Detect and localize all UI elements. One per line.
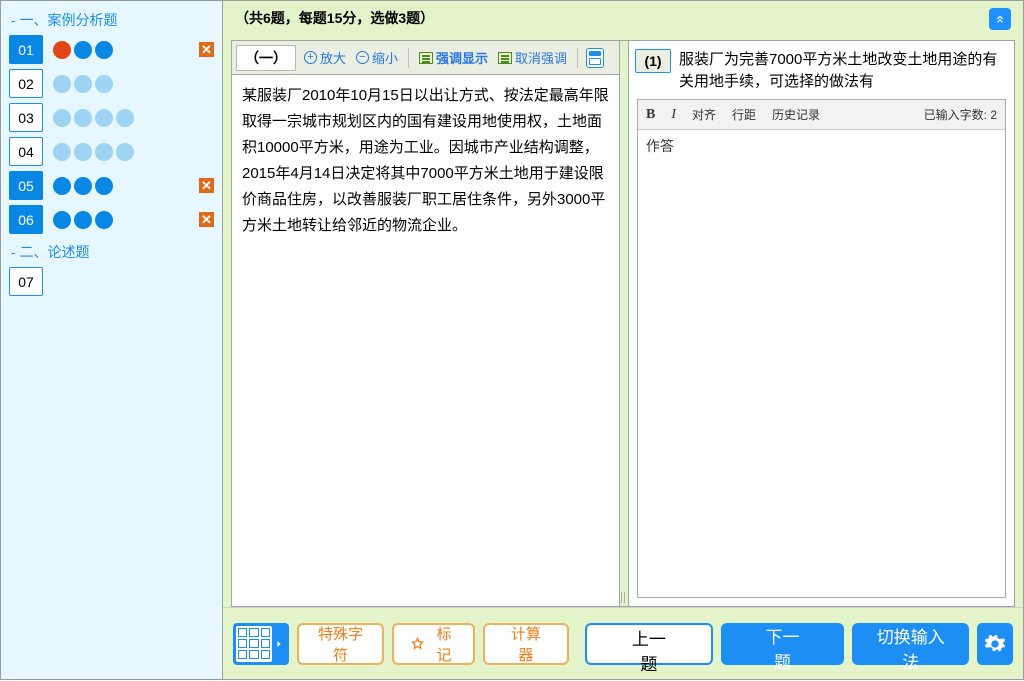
question-text: 服装厂为完善7000平方米土地改变土地用途的有关用地手续，可选择的做法有	[679, 49, 1004, 93]
question-header: (1) 服装厂为完善7000平方米土地改变土地用途的有关用地手续，可选择的做法有	[629, 41, 1014, 99]
dot-done	[95, 41, 113, 59]
nav-item-05[interactable]: 05 ✕	[9, 170, 214, 201]
dot-done	[53, 177, 71, 195]
bold-button[interactable]: B	[646, 107, 655, 123]
progress-dots	[53, 109, 134, 127]
mark-button[interactable]: 标记	[392, 623, 474, 665]
progress-dots	[53, 177, 113, 195]
plus-icon: +	[304, 51, 317, 64]
dot-pending	[53, 109, 71, 127]
section-title-1[interactable]: 一、案例分析题	[9, 6, 214, 34]
nav-item-07[interactable]: 07	[9, 266, 214, 297]
question-nav-sidebar: 一、案例分析题 01 ✕ 02 03	[1, 1, 223, 679]
progress-dots	[53, 75, 113, 93]
answer-textarea[interactable]: 作答	[638, 130, 1005, 597]
dot-pending	[116, 143, 134, 161]
nav-num[interactable]: 01	[9, 35, 43, 64]
next-question-button[interactable]: 下一题	[721, 623, 845, 665]
close-icon[interactable]: ✕	[199, 212, 214, 227]
editor-toolbar: B I 对齐 行距 历史记录 已输入字数: 2	[638, 100, 1005, 130]
collapse-up-button[interactable]	[989, 8, 1011, 30]
dot-pending	[95, 143, 113, 161]
dot-done	[74, 41, 92, 59]
dot-done	[53, 211, 71, 229]
zoom-out-button[interactable]: −缩小	[354, 47, 400, 68]
star-icon	[410, 635, 425, 653]
separator	[577, 48, 578, 68]
settings-button[interactable]	[977, 623, 1013, 665]
prev-question-button[interactable]: 上一题	[585, 623, 713, 665]
progress-dots	[53, 211, 113, 229]
answer-panel: (1) 服装厂为完善7000平方米土地改变土地用途的有关用地手续，可选择的做法有…	[629, 41, 1014, 606]
nav-item-03[interactable]: 03	[9, 102, 214, 133]
align-button[interactable]: 对齐	[692, 106, 716, 123]
dot-pending	[53, 75, 71, 93]
chevron-double-up-icon	[993, 12, 1007, 26]
dot-pending	[74, 143, 92, 161]
grid-icon	[236, 626, 272, 662]
gear-icon	[984, 633, 1006, 655]
dot-pending	[95, 109, 113, 127]
dot-done	[74, 177, 92, 195]
line-spacing-button[interactable]: 行距	[732, 106, 756, 123]
instruction-text: （共6题，每题15分，选做3题）	[235, 8, 434, 28]
progress-dots	[53, 143, 134, 161]
dot-pending	[116, 109, 134, 127]
nav-item-04[interactable]: 04	[9, 136, 214, 167]
char-count: 已输入字数: 2	[924, 106, 997, 123]
nav-num[interactable]: 02	[9, 69, 43, 98]
section-title-2[interactable]: 二、论述题	[9, 238, 214, 266]
dot-done	[95, 211, 113, 229]
close-icon[interactable]: ✕	[199, 178, 214, 193]
chevron-right-icon	[272, 626, 286, 662]
calculator-button[interactable]: 计算器	[483, 623, 570, 665]
separator	[408, 48, 409, 68]
dot-pending	[95, 75, 113, 93]
content-area: （共6题，每题15分，选做3题） （一） +放大 −缩小 强调显示 取消强调 某…	[223, 1, 1023, 679]
dot-pending	[74, 75, 92, 93]
dot-done	[95, 177, 113, 195]
passage-panel: （一） +放大 −缩小 强调显示 取消强调 某服装厂2010年10月15日以出让…	[232, 41, 620, 606]
split-panels: （一） +放大 −缩小 强调显示 取消强调 某服装厂2010年10月15日以出让…	[231, 40, 1015, 607]
answer-editor: B I 对齐 行距 历史记录 已输入字数: 2 作答	[637, 99, 1006, 598]
nav-item-02[interactable]: 02	[9, 68, 214, 99]
highlight-button[interactable]: 强调显示	[417, 47, 490, 68]
clear-highlight-icon	[498, 52, 512, 64]
dot-done	[74, 211, 92, 229]
nav-item-06[interactable]: 06 ✕	[9, 204, 214, 235]
passage-toolbar: （一） +放大 −缩小 强调显示 取消强调	[232, 41, 619, 75]
dot-pending	[74, 109, 92, 127]
highlight-icon	[419, 52, 433, 64]
sub-question-number: (1)	[635, 49, 671, 73]
progress-dots	[53, 41, 113, 59]
case-label: （一）	[236, 45, 296, 71]
clear-highlight-button[interactable]: 取消强调	[496, 47, 569, 68]
layout-toggle-button[interactable]	[586, 48, 604, 68]
switch-ime-button[interactable]: 切换输入法	[852, 623, 969, 665]
history-button[interactable]: 历史记录	[772, 106, 820, 123]
content-header: （共6题，每题15分，选做3题）	[223, 1, 1023, 40]
passage-text[interactable]: 某服装厂2010年10月15日以出让方式、按法定最高年限取得一宗城市规划区内的国…	[232, 75, 619, 606]
zoom-in-button[interactable]: +放大	[302, 47, 348, 68]
bottom-toolbar: 特殊字符 标记 计算器 上一题 下一题 切换输入法	[223, 607, 1023, 679]
nav-num[interactable]: 07	[9, 267, 43, 296]
grid-nav-button[interactable]	[233, 623, 289, 665]
special-chars-button[interactable]: 特殊字符	[297, 623, 384, 665]
nav-num[interactable]: 06	[9, 205, 43, 234]
nav-num[interactable]: 03	[9, 103, 43, 132]
nav-num[interactable]: 04	[9, 137, 43, 166]
dot-marked	[53, 41, 71, 59]
splitter-handle[interactable]	[620, 41, 629, 606]
dot-pending	[53, 143, 71, 161]
app-root: 一、案例分析题 01 ✕ 02 03	[0, 0, 1024, 680]
minus-icon: −	[356, 51, 369, 64]
nav-item-01[interactable]: 01 ✕	[9, 34, 214, 65]
nav-num[interactable]: 05	[9, 171, 43, 200]
italic-button[interactable]: I	[671, 107, 676, 123]
close-icon[interactable]: ✕	[199, 42, 214, 57]
